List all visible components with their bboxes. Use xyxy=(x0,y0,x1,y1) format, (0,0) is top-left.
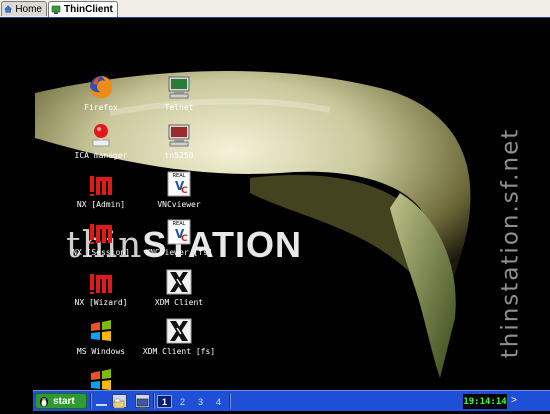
quicklaunch-file-manager[interactable] xyxy=(112,394,127,409)
desktop-icon-label: VNCviewer xyxy=(157,200,201,209)
vnc-icon: REAL V C xyxy=(167,219,191,245)
tab-bar: Home ThinClient xyxy=(0,0,550,18)
start-button[interactable]: start xyxy=(35,393,87,409)
x-icon xyxy=(166,269,192,295)
tab-thinclient-label: ThinClient xyxy=(64,4,113,15)
desktop-icon-tn5250[interactable]: tn5250 xyxy=(133,122,225,160)
desktop-icon-windows-partial[interactable] xyxy=(55,367,147,390)
nx-icon xyxy=(90,176,112,196)
desktop-icon-label: VNCviewer [fs] xyxy=(145,248,213,257)
taskbar-expand-arrow[interactable]: > xyxy=(511,395,517,406)
quicklaunch-show-desktop[interactable] xyxy=(94,394,109,408)
wallpaper-vertical-text: thinstation.sf.net xyxy=(497,127,523,359)
desktop-icon-vncviewer-fs[interactable]: REAL V C VNCviewer [fs] xyxy=(133,219,225,257)
workspace-2-button[interactable]: 2 xyxy=(175,395,190,408)
monitor-icon xyxy=(136,398,149,409)
file-manager-icon xyxy=(113,398,125,409)
x-icon xyxy=(166,318,192,344)
terminal-red-icon xyxy=(168,124,190,147)
svg-text:C: C xyxy=(181,234,188,244)
desktop-icon-telnet[interactable]: Telnet xyxy=(133,74,225,112)
workspace-3-button[interactable]: 3 xyxy=(193,395,208,408)
tab-home[interactable]: Home xyxy=(1,1,47,16)
taskbar-separator xyxy=(90,393,92,409)
quicklaunch-terminal[interactable] xyxy=(135,394,150,409)
windows-icon xyxy=(91,320,111,341)
taskbar: start 1 2 3 4 19:14:14 > xyxy=(33,390,550,411)
vnc-icon: REAL V C xyxy=(167,171,191,197)
workspace-4-button[interactable]: 4 xyxy=(211,395,226,408)
desktop-icon-xdm-client[interactable]: XDM Client xyxy=(133,269,225,307)
firefox-icon xyxy=(90,76,113,99)
tux-icon xyxy=(40,396,48,407)
workspace-1-button[interactable]: 1 xyxy=(157,395,172,408)
house-icon xyxy=(4,5,13,13)
desktop-icon-label: XDM Client xyxy=(154,298,204,307)
nx-icon xyxy=(90,274,112,294)
terminal-icon xyxy=(168,76,190,99)
taskbar-separator xyxy=(229,393,231,409)
desktop-icon-label: XDM Client [fs] xyxy=(142,347,216,356)
clock: 19:14:14 xyxy=(463,394,507,409)
ica-icon xyxy=(92,124,110,147)
desktop-icon-vncviewer[interactable]: REAL V C VNCviewer xyxy=(133,171,225,209)
desktop-icon-xdm-client-fs[interactable]: XDM Client [fs] xyxy=(133,318,225,356)
thinclient-icon xyxy=(51,5,61,14)
tab-home-label: Home xyxy=(15,3,42,15)
taskbar-separator xyxy=(153,393,155,409)
desktop-icon-label: Telnet xyxy=(164,103,194,112)
start-label: start xyxy=(53,395,75,407)
nx-icon xyxy=(90,224,112,244)
windows-icon xyxy=(91,369,111,390)
desktop: thinstation.sf.net thinSTATION Firefox I… xyxy=(0,18,550,390)
desktop-icon xyxy=(96,404,107,406)
svg-text:C: C xyxy=(181,186,188,196)
desktop-icon-label: tn5250 xyxy=(164,151,194,160)
tab-thinclient[interactable]: ThinClient xyxy=(48,1,118,17)
